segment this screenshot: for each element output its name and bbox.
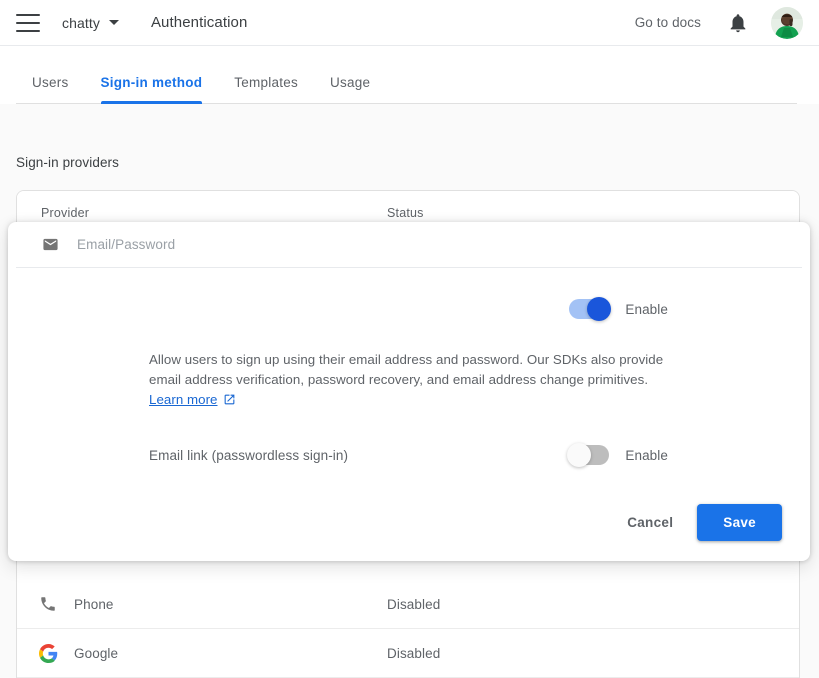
tab-usage[interactable]: Usage bbox=[314, 75, 386, 104]
section-title-sign-in-providers: Sign-in providers bbox=[16, 155, 119, 170]
cancel-button[interactable]: Cancel bbox=[613, 505, 687, 540]
tab-users[interactable]: Users bbox=[16, 75, 85, 104]
page-title: Authentication bbox=[151, 14, 247, 31]
save-button[interactable]: Save bbox=[697, 504, 782, 541]
provider-status: Disabled bbox=[387, 597, 440, 612]
email-link-toggle[interactable] bbox=[569, 445, 609, 465]
email-link-label: Email link (passwordless sign-in) bbox=[149, 448, 569, 463]
toggle-thumb bbox=[567, 443, 591, 467]
toggle-thumb bbox=[587, 297, 611, 321]
user-avatar[interactable] bbox=[771, 7, 803, 39]
enable-toggle-group: Enable bbox=[569, 299, 668, 319]
email-link-toggle-label: Enable bbox=[625, 448, 668, 463]
panel-title: Email/Password bbox=[77, 237, 175, 252]
notifications-bell-icon[interactable] bbox=[727, 12, 749, 34]
project-selector[interactable]: chatty bbox=[62, 15, 119, 31]
provider-description: Allow users to sign up using their email… bbox=[149, 350, 664, 412]
panel-header: Email/Password bbox=[8, 222, 810, 267]
panel-actions: Cancel Save bbox=[8, 504, 810, 541]
provider-name: Google bbox=[74, 646, 118, 661]
provider-name: Phone bbox=[74, 597, 114, 612]
go-to-docs-link[interactable]: Go to docs bbox=[635, 15, 701, 30]
email-password-expanded-panel: Email/Password Enable Allow users to sig… bbox=[8, 222, 810, 561]
open-in-new-icon[interactable] bbox=[223, 392, 236, 412]
google-logo-icon bbox=[39, 644, 61, 663]
top-app-bar: chatty Authentication Go to docs bbox=[0, 0, 819, 46]
learn-more-link[interactable]: Learn more bbox=[149, 392, 218, 407]
tab-templates[interactable]: Templates bbox=[218, 75, 314, 104]
tab-bar: Users Sign-in method Templates Usage bbox=[0, 46, 819, 104]
enable-toggle-label: Enable bbox=[625, 302, 668, 317]
email-envelope-icon bbox=[40, 236, 61, 253]
enable-provider-row: Enable bbox=[8, 268, 810, 350]
table-row[interactable]: Phone Disabled bbox=[17, 580, 799, 629]
hamburger-menu-icon[interactable] bbox=[16, 14, 40, 32]
tab-sign-in-method[interactable]: Sign-in method bbox=[85, 75, 219, 104]
provider-cell: Phone bbox=[17, 595, 387, 613]
email-link-row: Email link (passwordless sign-in) Enable bbox=[8, 445, 810, 465]
description-text: Allow users to sign up using their email… bbox=[149, 352, 663, 387]
email-link-toggle-group: Enable bbox=[569, 445, 668, 465]
phone-icon bbox=[39, 595, 61, 613]
enable-provider-toggle[interactable] bbox=[569, 299, 609, 319]
provider-status: Disabled bbox=[387, 646, 440, 661]
project-name-label: chatty bbox=[62, 15, 100, 31]
column-header-status: Status bbox=[387, 206, 424, 220]
app-root: chatty Authentication Go to docs bbox=[0, 0, 819, 678]
top-bar-actions: Go to docs bbox=[635, 7, 819, 39]
provider-cell: Google bbox=[17, 644, 387, 663]
table-row[interactable]: Google Disabled bbox=[17, 629, 799, 678]
column-header-provider: Provider bbox=[17, 206, 387, 220]
page-content: Sign-in providers Provider Status Email/… bbox=[0, 104, 819, 678]
chevron-down-icon bbox=[109, 20, 119, 25]
